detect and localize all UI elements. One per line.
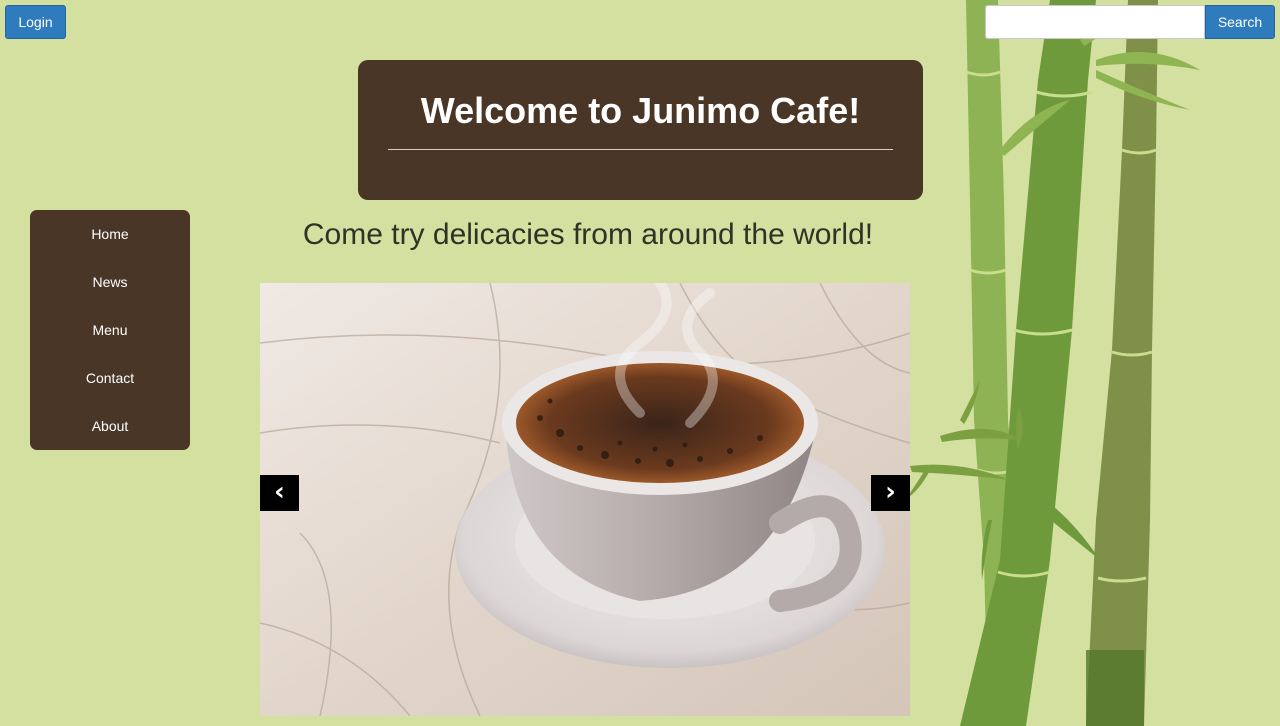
- bamboo-stalk-right: [1086, 0, 1158, 726]
- login-button[interactable]: Login: [5, 5, 66, 39]
- nav-item-menu[interactable]: Menu: [30, 306, 190, 354]
- image-carousel: ‹ ›: [260, 283, 910, 716]
- nav-item-news[interactable]: News: [30, 258, 190, 306]
- carousel-prev-button[interactable]: ‹: [260, 475, 299, 511]
- search-bar: Search: [985, 5, 1275, 39]
- coffee-cup-image: [260, 283, 910, 716]
- tagline: Come try delicacies from around the worl…: [302, 218, 874, 251]
- search-input[interactable]: [985, 5, 1205, 39]
- title-divider: [388, 149, 893, 150]
- bamboo-background: [905, 0, 1200, 726]
- nav-item-about[interactable]: About: [30, 402, 190, 450]
- search-button[interactable]: Search: [1205, 5, 1275, 39]
- page-title: Welcome to Junimo Cafe!: [420, 90, 861, 131]
- nav-item-home[interactable]: Home: [30, 210, 190, 258]
- welcome-banner: Welcome to Junimo Cafe!: [358, 60, 923, 200]
- carousel-next-button[interactable]: ›: [871, 475, 910, 511]
- side-navigation: Home News Menu Contact About: [30, 210, 190, 450]
- nav-item-contact[interactable]: Contact: [30, 354, 190, 402]
